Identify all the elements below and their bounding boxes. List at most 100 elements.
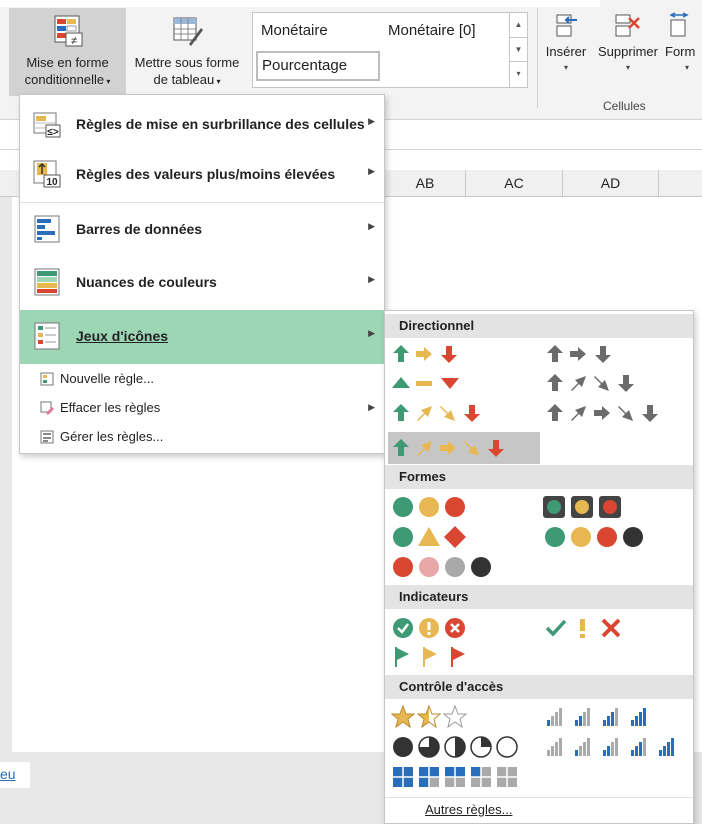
delete-cells-icon — [615, 14, 640, 37]
insert-label: Insérer — [545, 44, 587, 59]
icon-set-red-to-black[interactable] — [391, 554, 511, 580]
icon-set-5-arrows-gray[interactable] — [545, 401, 685, 427]
signal-bars-icon — [547, 708, 646, 726]
chevron-right-icon: ▶ — [368, 274, 375, 284]
icon-set-3-signs[interactable] — [391, 524, 481, 550]
highlight-rules-icon: ≤> — [33, 112, 61, 138]
menu-item-highlight-rules[interactable]: ≤> Règles de mise en surbrillance des ce… — [20, 98, 384, 152]
chevron-right-icon: ▶ — [368, 116, 375, 126]
style-monetaire-0[interactable]: Monétaire [0] — [388, 22, 476, 39]
menu-label: Règles de mise en surbrillance des cellu… — [76, 116, 365, 132]
chevron-right-icon: ▶ — [368, 402, 375, 412]
menu-item-color-scales[interactable]: Nuances de couleurs ▶ — [20, 256, 384, 310]
style-monetaire[interactable]: Monétaire — [261, 22, 328, 39]
insert-button[interactable]: Insérer ▾ — [541, 12, 591, 76]
icon-set-5-arrows-colored[interactable] — [388, 432, 540, 464]
delete-label: Supprimer — [598, 44, 658, 59]
icon-sets-submenu: Directionnel Formes Indicateurs Contrôle… — [384, 310, 694, 824]
column-header-ab[interactable]: AB — [384, 170, 465, 197]
menu-label: Effacer les règles — [60, 400, 161, 415]
icon-sets-icon — [34, 322, 60, 350]
chevron-down-icon: ▾ — [625, 63, 630, 72]
arrows-icon — [393, 404, 480, 422]
manage-rules-icon — [40, 430, 54, 444]
icon-set-3-triangles[interactable] — [391, 371, 471, 397]
symbols-icon — [545, 618, 621, 638]
chevron-down-icon: ▾ — [685, 63, 690, 72]
section-header-formes: Formes — [385, 465, 693, 489]
menu-item-clear-rules[interactable]: Effacer les règles ▶ — [20, 397, 384, 419]
chevron-right-icon: ▶ — [368, 166, 375, 176]
column-header-ac[interactable]: AC — [465, 170, 562, 197]
scroll-down-icon[interactable]: ▼ — [510, 38, 527, 62]
delete-button[interactable]: Supprimer ▾ — [592, 12, 664, 76]
icon-set-4-traffic-lights[interactable] — [541, 524, 661, 550]
cells-group-label: Cellules — [603, 99, 646, 113]
section-header-directionnel: Directionnel — [385, 314, 693, 338]
menu-item-data-bars[interactable]: Barres de données ▶ — [20, 203, 384, 257]
icon-set-3-flags[interactable] — [391, 644, 481, 670]
section-header-controle-acces: Contrôle d'accès — [385, 675, 693, 699]
column-header-next[interactable] — [658, 170, 702, 197]
ribbon-divider — [537, 8, 538, 108]
icon-set-5-ratings[interactable] — [545, 734, 690, 760]
icon-set-3-arrows-colored[interactable] — [391, 342, 471, 368]
icon-set-3-traffic-lights[interactable] — [391, 494, 481, 520]
icon-set-3-symbols-circled[interactable] — [391, 615, 481, 641]
format-cells-icon — [669, 12, 689, 37]
menu-label: Barres de données — [76, 221, 203, 237]
mst-label-2: de tableau — [153, 72, 215, 87]
icon-set-3-stars[interactable] — [391, 704, 481, 730]
mfc-label-2: conditionnelle — [24, 72, 105, 87]
svg-text:≠: ≠ — [70, 35, 76, 47]
icon-set-4-arrows-gray[interactable] — [545, 371, 655, 397]
sheet-link[interactable]: eu — [0, 762, 30, 788]
symbols-circled-icon — [393, 618, 465, 638]
expand-gallery-icon[interactable]: ▾ — [510, 62, 527, 87]
icon-set-3-symbols[interactable] — [545, 615, 635, 641]
svg-text:10: 10 — [46, 177, 58, 188]
arrows-gray-icon — [547, 374, 634, 392]
menu-item-icon-sets[interactable]: Jeux d'icônes ▶ — [20, 310, 384, 364]
menu-label: Nouvelle règle... — [60, 371, 154, 386]
scroll-up-icon[interactable]: ▲ — [510, 13, 527, 38]
chevron-right-icon: ▶ — [368, 221, 375, 231]
chevron-down-icon: ▾ — [563, 63, 568, 72]
icon-set-5-boxes[interactable] — [391, 764, 541, 790]
color-scales-icon — [34, 268, 60, 296]
menu-item-manage-rules[interactable]: Gérer les règles... — [20, 426, 384, 448]
conditional-formatting-menu: ≤> Règles de mise en surbrillance des ce… — [19, 94, 385, 454]
chevron-down-icon: ▾ — [104, 77, 111, 86]
mfc-label-1: Mise en forme — [26, 55, 109, 70]
more-rules-item[interactable]: Autres règles... — [385, 797, 693, 823]
format-as-table-button[interactable]: Mettre sous forme de tableau ▾ — [127, 8, 247, 96]
flags-icon — [395, 647, 465, 667]
icon-set-5-quarters[interactable] — [391, 734, 541, 760]
format-button[interactable]: Form ▾ — [665, 12, 702, 76]
boxes-icon — [393, 767, 517, 787]
eraser-icon — [40, 401, 54, 415]
triangles-icon — [392, 377, 459, 389]
signal-bars-icon — [547, 738, 674, 756]
style-pourcentage[interactable]: Pourcentage — [256, 51, 380, 81]
arrows-gray-icon — [547, 345, 611, 363]
icon-set-4-arrows-colored[interactable] — [391, 401, 501, 427]
gallery-scrollbar[interactable]: ▲ ▼ ▾ — [509, 13, 527, 87]
traffic-lights-icon — [545, 527, 643, 547]
column-header-ad[interactable]: AD — [562, 170, 658, 197]
conditional-formatting-button[interactable]: ≠ Mise en forme conditionnelle ▾ — [9, 8, 126, 96]
menu-label: Gérer les règles... — [60, 429, 164, 444]
more-rules-label: Autres règles... — [425, 802, 513, 817]
menu-item-new-rule[interactable]: Nouvelle règle... — [20, 368, 384, 390]
menu-item-top-bottom-rules[interactable]: 10 Règles des valeurs plus/moins élevées… — [20, 148, 384, 202]
format-label: Form — [665, 44, 696, 59]
menu-label: Règles des valeurs plus/moins élevées — [76, 166, 336, 182]
icon-set-3-traffic-lights-rimmed[interactable] — [541, 494, 631, 520]
arrows-gray-icon — [547, 404, 658, 422]
chevron-right-icon: ▶ — [368, 328, 375, 338]
svg-text:≤>: ≤> — [47, 127, 58, 138]
icon-set-4-ratings[interactable] — [545, 704, 665, 730]
icon-set-3-arrows-gray[interactable] — [545, 342, 625, 368]
format-as-table-icon — [173, 17, 203, 46]
quarters-icon — [393, 736, 518, 758]
